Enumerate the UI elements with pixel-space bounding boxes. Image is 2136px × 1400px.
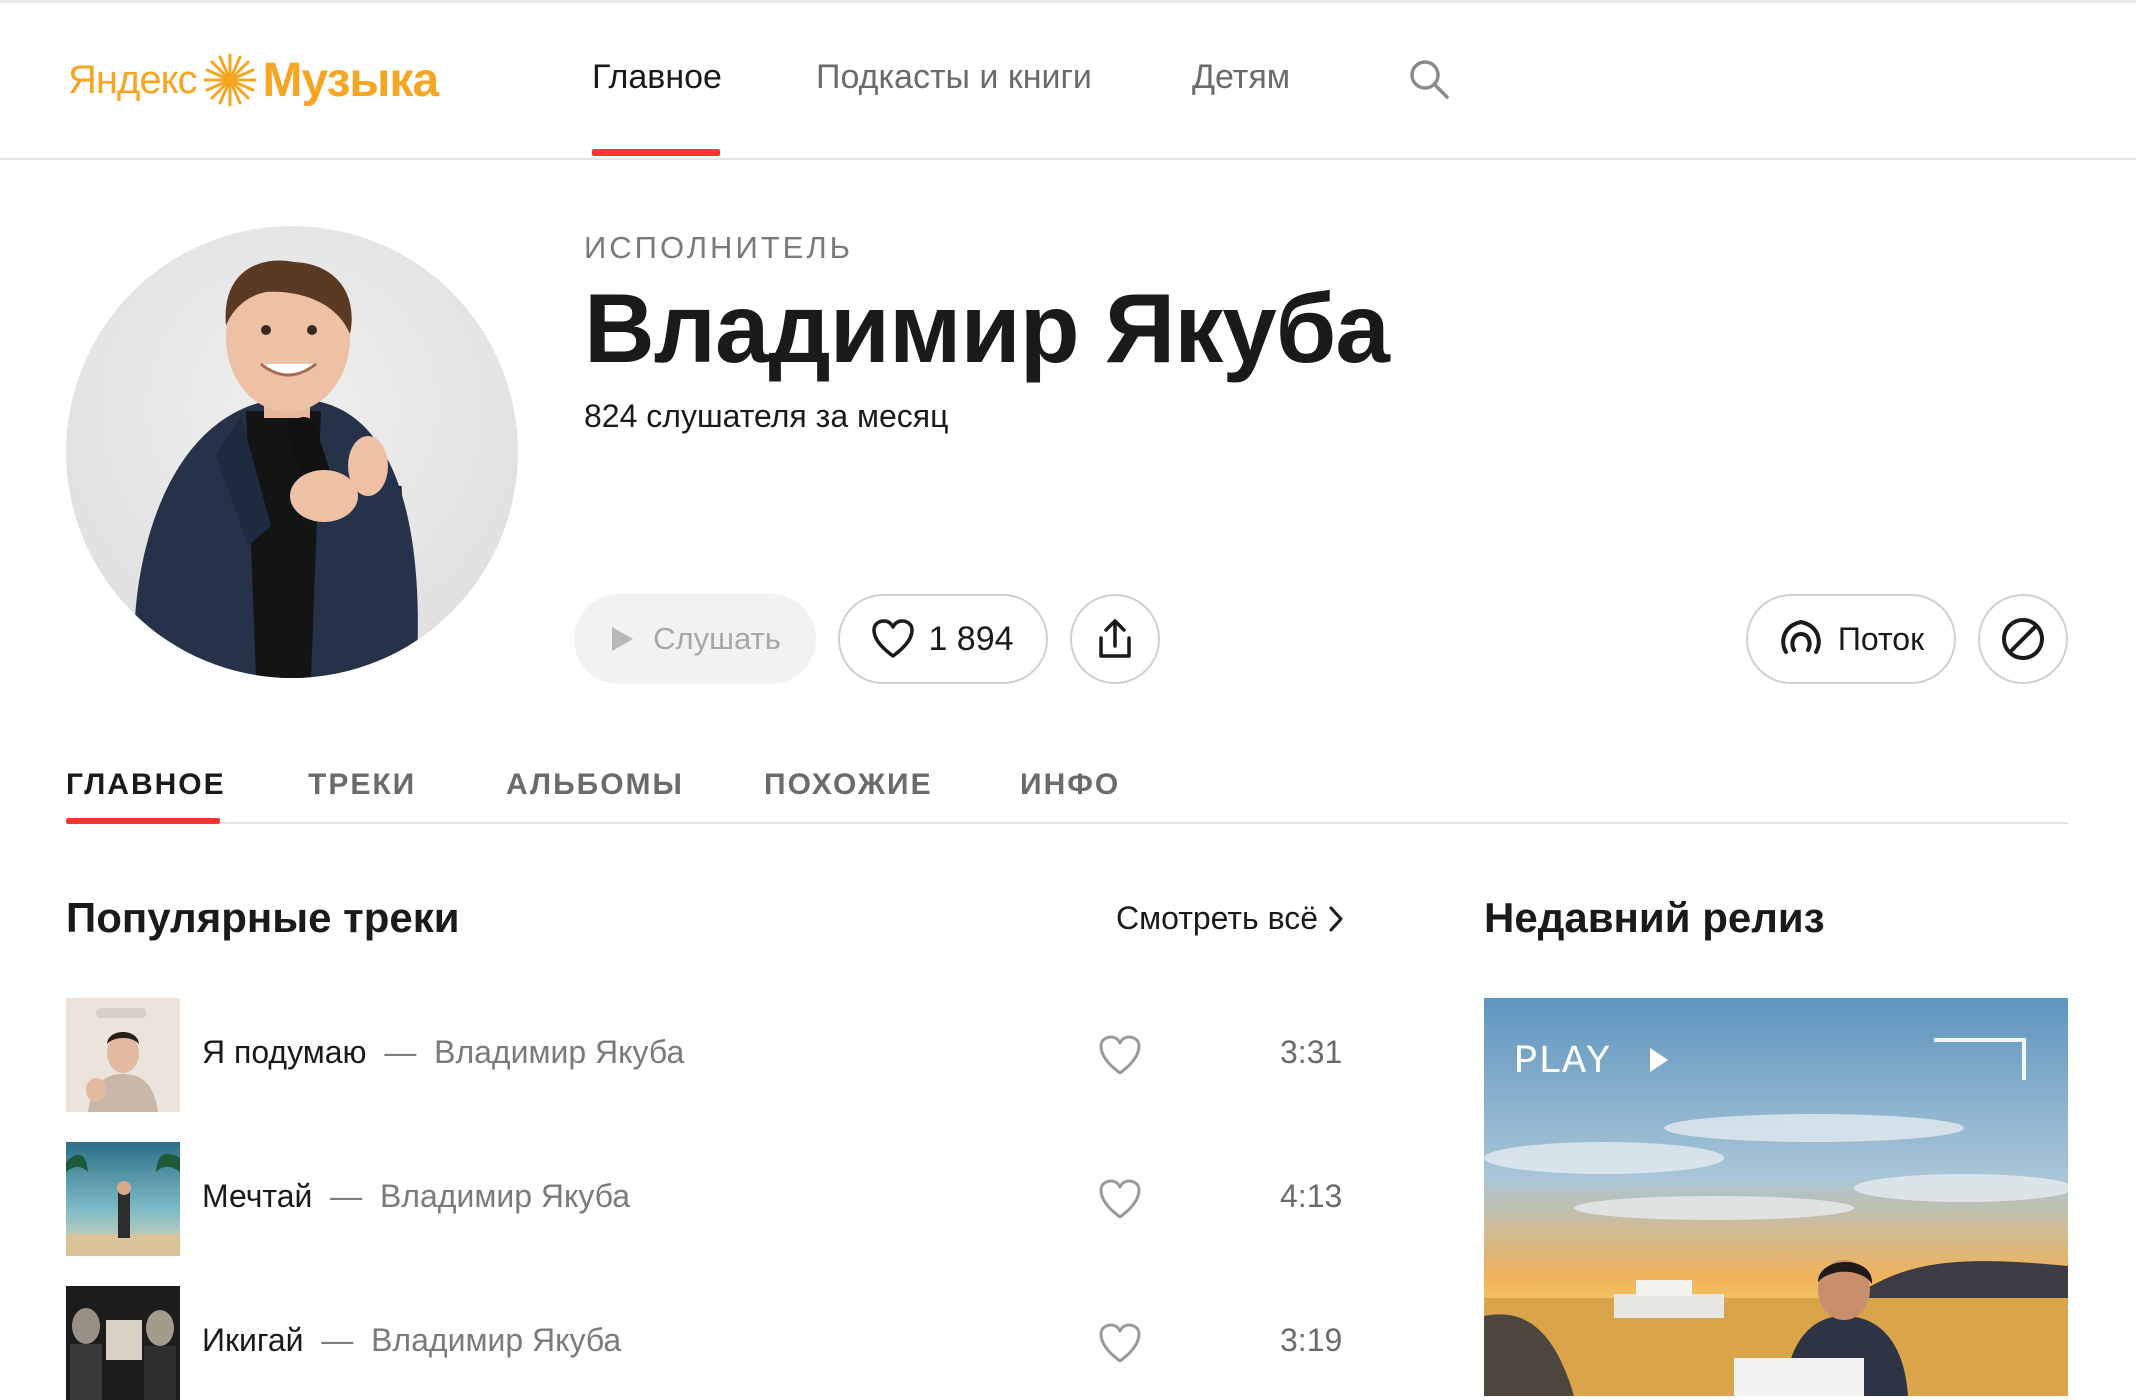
track-title: Икигай [202, 1322, 304, 1358]
recent-release-title: Недавний релиз [1484, 894, 1825, 941]
track-row[interactable]: Мечтай — Владимир Якуба 4:13 [66, 1142, 1366, 1256]
release-cover[interactable]: PLAY [1484, 998, 2068, 1396]
popular-tracks-title: Популярные треки [66, 894, 460, 941]
track-title: Мечтай [202, 1178, 313, 1214]
see-all-label: Смотреть всё [1116, 900, 1319, 936]
search-icon[interactable] [1408, 58, 1450, 100]
artist-avatar [66, 226, 518, 678]
nav-kids[interactable]: Детям [1192, 58, 1290, 97]
share-button[interactable] [1070, 594, 1160, 684]
heart-icon [872, 619, 915, 658]
logo-star-icon [203, 53, 257, 107]
track-duration: 4:13 [1280, 1178, 1343, 1214]
track-text: Икигай — Владимир Якуба [202, 1322, 621, 1359]
tab-main[interactable]: ГЛАВНОЕ [66, 768, 226, 802]
track-text: Мечтай — Владимир Якуба [202, 1178, 630, 1215]
nav-podcasts-books[interactable]: Подкасты и книги [816, 58, 1092, 97]
tab-info[interactable]: ИНФО [1020, 768, 1120, 802]
nav-main[interactable]: Главное [592, 58, 722, 97]
logo-music-text: Музыка [262, 53, 440, 107]
see-all-link[interactable]: Смотреть всё [1116, 900, 1344, 937]
tab-albums[interactable]: АЛЬБОМЫ [506, 768, 684, 802]
heart-icon[interactable] [1098, 1322, 1142, 1364]
track-dash: — [375, 1034, 426, 1070]
tab-tracks[interactable]: ТРЕКИ [308, 768, 416, 802]
heart-icon[interactable] [1098, 1178, 1142, 1220]
listen-button[interactable]: Слушать [574, 594, 816, 684]
tabs-divider [66, 822, 2068, 824]
chevron-right-icon [1329, 906, 1343, 931]
flow-button[interactable]: Поток [1746, 594, 1956, 684]
track-duration: 3:19 [1280, 1322, 1343, 1358]
like-button[interactable]: 1 894 [838, 594, 1048, 684]
artist-photo [134, 260, 418, 678]
track-row[interactable]: Икигай — Владимир Якуба 3:19 [66, 1286, 1366, 1400]
flow-button-label: Поток [1837, 620, 1925, 657]
share-icon [1099, 619, 1131, 658]
nav-active-indicator [592, 149, 720, 156]
block-icon [2002, 618, 2044, 660]
monthly-listeners: 824 слушателя за месяц [584, 398, 949, 434]
heart-icon[interactable] [1098, 1034, 1142, 1076]
play-icon [612, 627, 634, 651]
likes-count: 1 894 [928, 619, 1014, 658]
track-dash: — [321, 1178, 372, 1214]
block-artist-button[interactable] [1978, 594, 2068, 684]
tab-similar[interactable]: ПОХОЖИЕ [764, 768, 933, 802]
track-cover [66, 1142, 180, 1256]
flow-icon [1781, 619, 1821, 654]
track-duration: 3:31 [1280, 1034, 1343, 1070]
listen-button-label: Слушать [653, 621, 781, 656]
tab-active-indicator [66, 818, 220, 824]
track-dash: — [312, 1322, 363, 1358]
track-cover [66, 998, 180, 1112]
release-cover-text: PLAY [1514, 1040, 1610, 1085]
track-artist[interactable]: Владимир Якуба [434, 1034, 684, 1070]
track-row[interactable]: Я подумаю — Владимир Якуба 3:31 [66, 998, 1366, 1112]
track-artist[interactable]: Владимир Якуба [380, 1178, 630, 1214]
artist-type-label: ИСПОЛНИТЕЛЬ [584, 230, 854, 265]
track-text: Я подумаю — Владимир Якуба [202, 1034, 684, 1071]
logo-yandex-text: Яндекс [68, 57, 198, 102]
artist-name: Владимир Якуба [584, 273, 1390, 383]
track-artist[interactable]: Владимир Якуба [371, 1322, 621, 1358]
track-title: Я подумаю [202, 1034, 367, 1070]
track-cover [66, 1286, 180, 1400]
logo[interactable]: Яндекс Музыка [68, 50, 440, 110]
